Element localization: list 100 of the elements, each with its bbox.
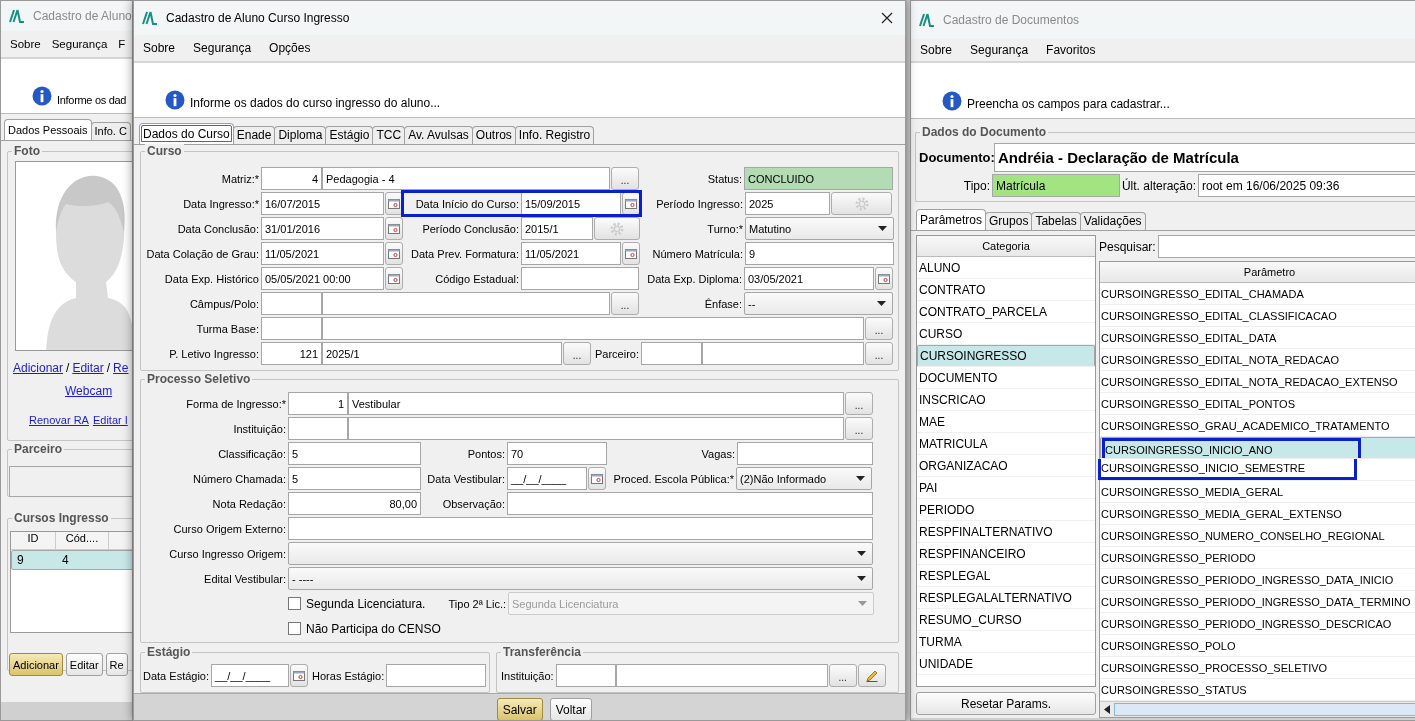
text-field[interactable] [737, 442, 873, 465]
webcam-link[interactable]: Webcam [65, 384, 113, 398]
list-item[interactable]: RESPFINANCEIRO [917, 543, 1095, 565]
code-field[interactable]: 1 [288, 392, 348, 415]
list-item[interactable]: TURMA [917, 631, 1095, 653]
list-item[interactable]: MATRICULA [917, 433, 1095, 455]
calendar-button[interactable] [290, 664, 309, 687]
table-row[interactable]: CURSOINGRESSO_PERIODO_INGRESSO_DATA_INICIO [1100, 569, 1415, 591]
list-item[interactable]: RESPFINALTERNATIVO [917, 521, 1095, 543]
table-row[interactable]: CURSOINGRESSO_EDITAL_CHAMADA [1100, 283, 1415, 305]
link[interactable]: Renovar RA [29, 414, 89, 426]
list-item[interactable]: ORGANIZACAO [917, 455, 1095, 477]
push-button[interactable]: Adicionar [9, 653, 63, 676]
tab[interactable]: Parâmetros [916, 209, 987, 230]
list-item[interactable]: DOCUMENTO [917, 367, 1095, 389]
list-item[interactable]: ALUNO [917, 257, 1095, 279]
dropdown[interactable] [288, 542, 873, 565]
calendar-button[interactable] [622, 192, 640, 215]
text-field[interactable] [348, 417, 844, 440]
text-field[interactable]: 2015/1 [521, 217, 593, 240]
list-item[interactable]: UNIDADE [917, 653, 1095, 675]
search-field[interactable] [1157, 235, 1415, 258]
table-row[interactable]: CURSOINGRESSO_MEDIA_GERAL [1100, 481, 1415, 503]
dropdown[interactable]: (2)Não Informado [736, 467, 872, 490]
menu-item[interactable]: Sobre [143, 41, 176, 55]
text-field[interactable] [386, 664, 487, 687]
calendar-button[interactable] [875, 267, 893, 290]
table-row[interactable]: CURSOINGRESSO_PERIODO_INGRESSO_DATA_TERMINO [1100, 591, 1415, 613]
push-button[interactable]: Re [105, 653, 128, 676]
date-field[interactable]: 03/05/2021 [744, 267, 874, 290]
link[interactable]: Re [113, 361, 129, 375]
push-button[interactable]: Voltar [549, 698, 593, 720]
menu-item[interactable]: Sobre [920, 43, 953, 57]
table-row[interactable]: CURSOINGRESSO_EDITAL_NOTA_REDACAO_EXTENSO [1100, 371, 1415, 393]
code-field[interactable] [288, 417, 348, 440]
date-field[interactable]: 16/07/2015 [261, 192, 384, 215]
menu-item[interactable]: Sobre [10, 38, 41, 50]
table-row[interactable]: CURSOINGRESSO_PERIODO [1100, 547, 1415, 569]
dropdown[interactable]: -- [744, 292, 893, 315]
list-item[interactable]: PAI [917, 477, 1095, 499]
date-field[interactable]: __/__/____ [507, 467, 587, 490]
calendar-button[interactable] [588, 467, 606, 490]
column-header[interactable]: Parâmetro [1100, 262, 1415, 283]
browse-button[interactable]: ... [611, 167, 639, 190]
text-field[interactable]: 2025 [745, 192, 830, 215]
list-item[interactable]: PERIODO [917, 499, 1095, 521]
table-row[interactable]: CURSOINGRESSO_EDITAL_PONTOS [1100, 393, 1415, 415]
list-item[interactable]: INSCRICAO [917, 389, 1095, 411]
browse-button[interactable]: ... [845, 392, 873, 415]
menu-item[interactable]: Segurança [193, 41, 252, 55]
browse-button[interactable]: ... [845, 417, 873, 440]
text-field[interactable] [322, 317, 864, 340]
date-field[interactable]: 15/09/2015 [521, 192, 621, 215]
settings-button[interactable] [831, 192, 892, 215]
menu-item[interactable]: Segurança [51, 38, 108, 50]
code-field[interactable] [641, 342, 702, 365]
text-field[interactable]: Pedagogia - 4 [322, 167, 610, 190]
text-field[interactable]: 9 [745, 242, 894, 265]
table-row[interactable]: CURSOINGRESSO_PERIODO_INGRESSO_DESCRICAO [1100, 613, 1415, 635]
tab[interactable]: Validações [1079, 212, 1146, 230]
text-field[interactable] [507, 492, 873, 515]
type-field[interactable]: Matrícula [992, 174, 1120, 197]
menu-item[interactable]: Favoritos [1046, 43, 1096, 57]
text-field[interactable] [288, 517, 873, 540]
code-field[interactable] [261, 292, 322, 315]
calendar-button[interactable] [385, 217, 403, 240]
tab[interactable]: Estágio [325, 126, 374, 144]
tab[interactable]: Dados Pessoais [4, 119, 92, 140]
link[interactable]: Editar I [92, 414, 128, 426]
date-field[interactable]: 11/05/2021 [261, 242, 384, 265]
column-header[interactable]: Categoria [917, 236, 1095, 257]
checkbox[interactable] [288, 622, 301, 635]
calendar-button[interactable] [385, 242, 403, 265]
calendar-button[interactable] [622, 242, 640, 265]
table-row[interactable]: 9 4 [11, 550, 132, 570]
table-row[interactable]: CURSOINGRESSO_PROCESSO_SELETIVO [1100, 657, 1415, 679]
table-row[interactable]: CURSOINGRESSO_INICIO_ANO [1100, 437, 1415, 459]
reset-button[interactable]: Resetar Params. [916, 692, 1096, 715]
list-item[interactable]: CURSOINGRESSO [917, 345, 1095, 367]
dropdown[interactable]: - ---- [288, 567, 873, 590]
tab[interactable]: Dados do Curso [139, 123, 234, 144]
text-field[interactable]: 2025/1 [322, 342, 562, 365]
tab[interactable]: Diploma [274, 126, 327, 144]
date-field[interactable]: 11/05/2021 [521, 242, 621, 265]
code-field[interactable] [555, 664, 616, 687]
date-field[interactable]: __/__/____ [211, 664, 290, 687]
column-header[interactable]: Cód.... [56, 532, 109, 549]
text-field[interactable]: 70 [507, 442, 607, 465]
text-field[interactable]: 5 [288, 467, 421, 490]
text-field[interactable]: 80,00 [288, 492, 421, 515]
table-row[interactable]: CURSOINGRESSO_EDITAL_NOTA_REDACAO [1100, 349, 1415, 371]
list-item[interactable]: RESPLEGAL [917, 565, 1095, 587]
tab[interactable]: Info. C [90, 122, 131, 140]
menu-item[interactable]: Segurança [970, 43, 1029, 57]
list-item[interactable]: RESUMO_CURSO [917, 609, 1095, 631]
link[interactable]: Editar [72, 361, 104, 375]
browse-button[interactable]: ... [865, 317, 893, 340]
text-field[interactable] [322, 292, 610, 315]
text-field[interactable] [521, 267, 639, 290]
push-button[interactable]: Editar [65, 653, 103, 676]
